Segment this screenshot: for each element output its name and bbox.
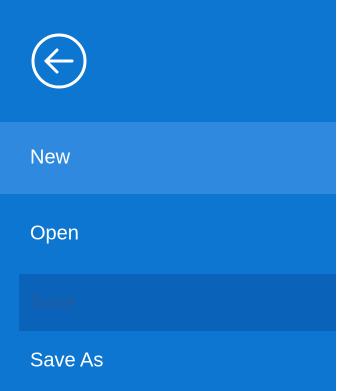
menu-item-open[interactable]: Open <box>0 194 336 274</box>
menu-item-open-label: Open <box>30 222 79 245</box>
back-button[interactable] <box>30 32 88 90</box>
menu-item-save-as-label: Save As <box>30 349 104 372</box>
back-arrow-circle-icon <box>31 33 87 89</box>
menu-item-save[interactable]: Save <box>19 274 336 331</box>
menu-item-save-as[interactable]: Save As <box>0 331 336 391</box>
menu-item-save-label: Save <box>30 291 76 313</box>
menu-item-new[interactable]: New <box>0 122 336 194</box>
menu-item-new-label: New <box>30 146 71 169</box>
backstage-navigation: New Open Save Save As <box>0 0 336 391</box>
backstage-menu: New Open Save Save As <box>0 122 336 391</box>
